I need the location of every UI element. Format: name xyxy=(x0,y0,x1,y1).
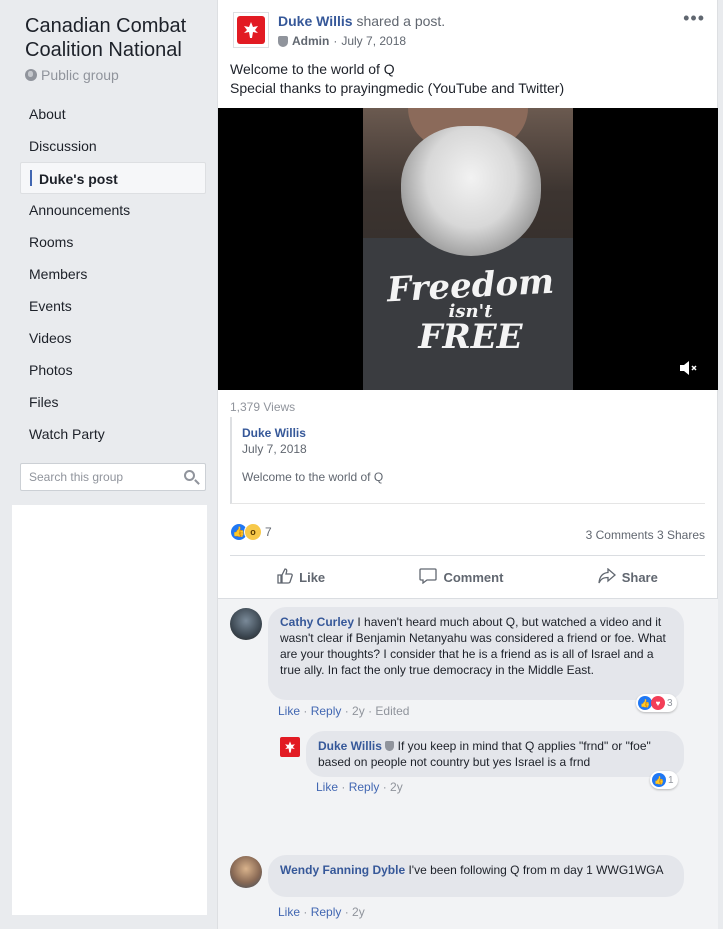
comment-icon xyxy=(419,567,438,587)
post-date[interactable]: July 7, 2018 xyxy=(341,34,406,48)
reply-time[interactable]: 2y xyxy=(390,780,403,794)
video-frame: Freedom isn't FREE xyxy=(363,108,573,390)
comment-time[interactable]: 2y xyxy=(352,704,365,718)
nav-item-photos[interactable]: Photos xyxy=(20,354,206,386)
shirt-line-1: Freedom xyxy=(385,261,556,311)
commenter-name[interactable]: Wendy Fanning Dyble xyxy=(280,863,405,877)
thumbs-up-icon xyxy=(277,567,293,587)
video-beard xyxy=(401,126,541,256)
group-title[interactable]: Canadian Combat Coalition National xyxy=(25,14,205,62)
meta-separator: · xyxy=(333,34,338,48)
like-label: Like xyxy=(299,569,326,585)
share-button[interactable]: Share xyxy=(598,567,658,587)
admin-shield-icon xyxy=(385,741,395,751)
reply-reply-link[interactable]: Reply xyxy=(349,780,380,794)
admin-shield-icon xyxy=(278,35,288,47)
shares-count[interactable]: 3 Shares xyxy=(657,528,705,542)
post-action: shared a post. xyxy=(356,13,446,29)
nav-item-members[interactable]: Members xyxy=(20,258,206,290)
nav-item-rooms[interactable]: Rooms xyxy=(20,226,206,258)
share-label: Share xyxy=(621,569,658,585)
post-text: Welcome to the world of Q Special thanks… xyxy=(230,60,564,98)
engagement-counts: 3 Comments 3 Shares xyxy=(586,528,705,542)
comment-reaction-count: 3 xyxy=(667,697,673,709)
comment-edited: Edited xyxy=(375,704,410,718)
post-meta: Admin · July 7, 2018 xyxy=(278,34,406,48)
video-player[interactable]: Freedom isn't FREE xyxy=(218,108,718,390)
comment-bubble: Wendy Fanning Dyble I've been following … xyxy=(268,855,684,897)
search-icon[interactable] xyxy=(184,470,195,481)
reply-like-link[interactable]: Like xyxy=(316,780,338,794)
like-reaction-icon: 👍 xyxy=(652,773,666,787)
nav-item-events[interactable]: Events xyxy=(20,290,206,322)
reply-actions: Like · Reply · 2y xyxy=(316,780,403,794)
quoted-date[interactable]: July 7, 2018 xyxy=(242,442,705,456)
reply-author-name[interactable]: Duke Willis xyxy=(318,739,382,753)
wow-reaction-icon: o xyxy=(244,523,262,541)
author-role: Admin xyxy=(292,34,330,48)
quoted-text: Welcome to the world of Q xyxy=(242,470,384,484)
privacy-label: Public group xyxy=(41,67,119,83)
post-card: Duke Willis shared a post. Admin · July … xyxy=(217,0,718,929)
comment-actions: Like · Reply · 2y xyxy=(278,905,365,919)
comment-like-link[interactable]: Like xyxy=(278,704,300,718)
shirt-text: Freedom isn't FREE xyxy=(383,262,558,357)
group-privacy: Public group xyxy=(25,67,119,83)
like-button[interactable]: Like xyxy=(277,567,326,587)
nav-item-watch-party[interactable]: Watch Party xyxy=(20,418,206,450)
reply-bubble: Duke Willis If you keep in mind that Q a… xyxy=(306,731,684,777)
comment-text: I've been following Q from m day 1 WWG1W… xyxy=(408,863,664,877)
reply-reaction-count: 1 xyxy=(668,774,674,786)
nav-item-dukes-post[interactable]: Duke's post xyxy=(20,162,206,194)
maple-logo-icon xyxy=(285,741,295,753)
nav-item-about[interactable]: About xyxy=(20,98,206,130)
quoted-post[interactable]: Duke Willis July 7, 2018 Welcome to the … xyxy=(230,417,705,504)
comment-label: Comment xyxy=(443,569,504,585)
comments-count[interactable]: 3 Comments xyxy=(586,528,654,542)
comment-bubble: Cathy Curley I haven't heard much about … xyxy=(268,607,684,700)
share-icon xyxy=(598,567,616,587)
search-placeholder: Search this group xyxy=(29,470,124,484)
reaction-count: 7 xyxy=(265,525,272,539)
author-avatar[interactable] xyxy=(233,12,269,48)
nav-item-videos[interactable]: Videos xyxy=(20,322,206,354)
view-count: 1,379 Views xyxy=(230,400,296,414)
maple-logo-icon xyxy=(237,16,265,44)
commenter-avatar[interactable] xyxy=(230,856,262,888)
author-name[interactable]: Duke Willis xyxy=(278,13,353,29)
comment-reply-link[interactable]: Reply xyxy=(311,905,342,919)
love-reaction-icon: ♥ xyxy=(651,696,665,710)
nav-item-discussion[interactable]: Discussion xyxy=(20,130,206,162)
reply-reactions[interactable]: 👍 1 xyxy=(650,771,678,789)
post-text-line-2: Special thanks to prayingmedic (YouTube … xyxy=(230,80,565,96)
comment-time[interactable]: 2y xyxy=(352,905,365,919)
comments-section: Cathy Curley I haven't heard much about … xyxy=(218,598,718,929)
more-icon[interactable]: ••• xyxy=(683,8,705,29)
nav-item-files[interactable]: Files xyxy=(20,386,206,418)
reaction-summary[interactable]: 👍 o 7 xyxy=(230,523,272,541)
comment-actions: Like · Reply · 2y · Edited xyxy=(278,704,410,718)
shirt-line-3: FREE xyxy=(418,317,523,357)
commenter-avatar[interactable] xyxy=(230,608,262,640)
globe-icon xyxy=(25,69,37,81)
comment-reply-link[interactable]: Reply xyxy=(311,704,342,718)
post-actions: Like Comment Share xyxy=(230,556,705,598)
nav-item-announcements[interactable]: Announcements xyxy=(20,194,206,226)
post-header: Duke Willis shared a post. xyxy=(278,13,445,29)
comment-like-link[interactable]: Like xyxy=(278,905,300,919)
comment-reactions[interactable]: 👍 ♥ 3 xyxy=(636,694,677,712)
sidebar-blank-panel xyxy=(12,505,207,915)
comment-button[interactable]: Comment xyxy=(419,567,504,587)
post-text-line-1: Welcome to the world of Q xyxy=(230,61,395,77)
commenter-name[interactable]: Cathy Curley xyxy=(280,615,354,629)
like-reaction-icon: 👍 xyxy=(638,696,652,710)
quoted-author[interactable]: Duke Willis xyxy=(242,426,705,440)
group-search-input[interactable]: Search this group xyxy=(20,463,206,491)
reply-avatar[interactable] xyxy=(280,737,300,757)
group-sidebar: Canadian Combat Coalition National Publi… xyxy=(0,0,217,929)
volume-muted-icon[interactable] xyxy=(678,360,698,381)
group-nav: About Discussion Duke's post Announcemen… xyxy=(20,98,206,450)
